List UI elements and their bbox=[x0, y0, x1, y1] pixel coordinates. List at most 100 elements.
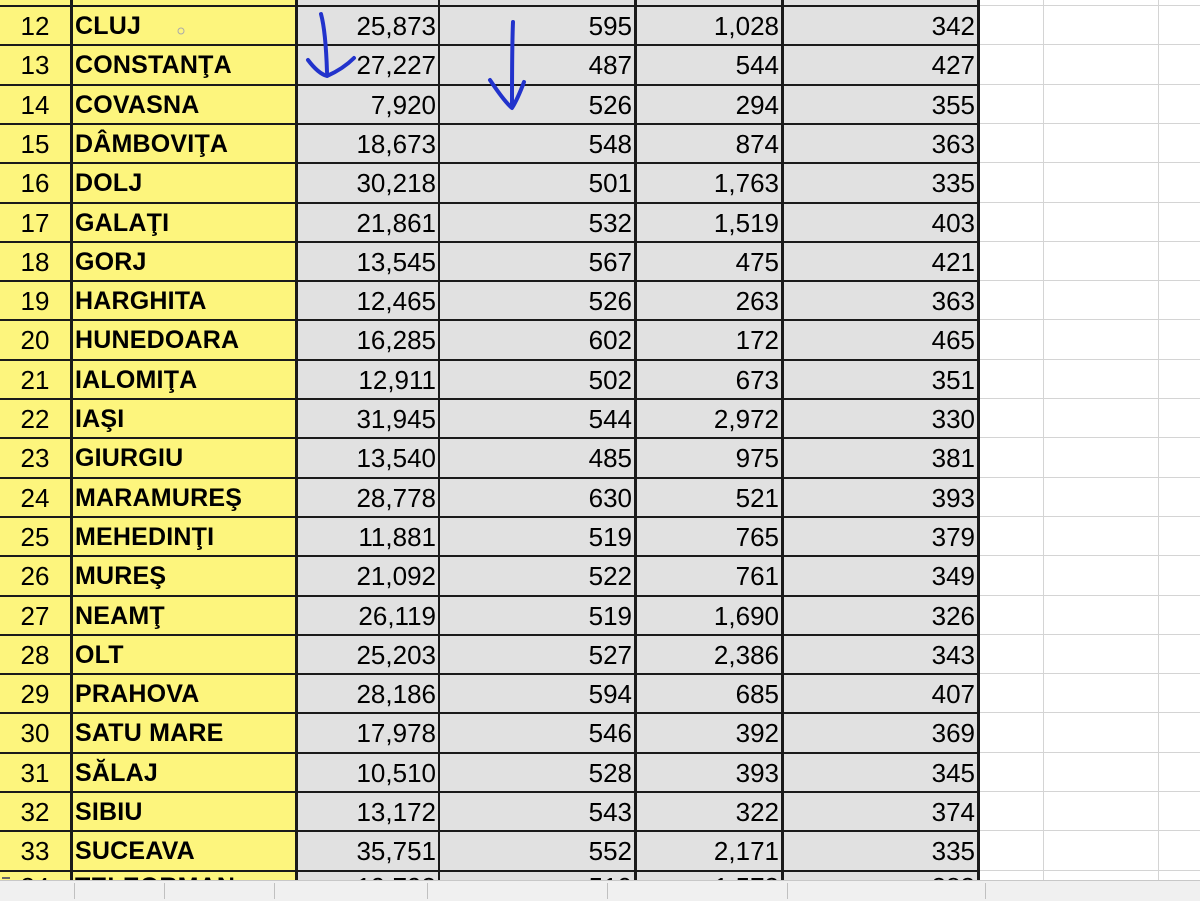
county-cell[interactable]: MUREŞ bbox=[73, 557, 295, 597]
county-cell[interactable]: HUNEDOARA bbox=[73, 321, 295, 361]
data-cell[interactable]: 544 bbox=[637, 46, 781, 86]
data-cell[interactable]: 393 bbox=[637, 753, 781, 793]
data-cell[interactable]: 13,172 bbox=[298, 793, 438, 832]
data-cell[interactable]: 522 bbox=[440, 557, 634, 597]
spreadsheet-grid[interactable]: 12 CLUJ 25,873 595 1,028 342 13 CONSTANŢA 27,227… bbox=[0, 0, 1200, 880]
data-cell[interactable]: 21,861 bbox=[298, 203, 438, 243]
data-cell[interactable]: 502 bbox=[440, 360, 634, 400]
data-cell[interactable]: 594 bbox=[440, 675, 634, 715]
data-cell[interactable]: 393 bbox=[784, 478, 977, 518]
data-cell[interactable]: 17,978 bbox=[298, 714, 438, 754]
data-cell[interactable]: 16,285 bbox=[298, 321, 438, 361]
data-cell[interactable]: 28,186 bbox=[298, 675, 438, 715]
data-cell[interactable]: 30,218 bbox=[298, 164, 438, 204]
data-cell[interactable]: 2,171 bbox=[637, 832, 781, 872]
data-cell[interactable]: 7,920 bbox=[298, 85, 438, 125]
data-cell[interactable]: 532 bbox=[440, 203, 634, 243]
row-number[interactable]: 13 bbox=[0, 46, 70, 86]
data-cell[interactable]: 465 bbox=[784, 321, 977, 361]
data-cell[interactable]: 10,510 bbox=[298, 753, 438, 793]
data-cell[interactable]: 294 bbox=[637, 85, 781, 125]
data-cell[interactable]: 1,519 bbox=[637, 203, 781, 243]
county-cell[interactable]: CLUJ bbox=[73, 7, 295, 46]
row-number[interactable]: 26 bbox=[0, 557, 70, 597]
data-cell[interactable]: 18,673 bbox=[298, 124, 438, 164]
data-cell[interactable]: 546 bbox=[440, 714, 634, 754]
row-number[interactable]: 21 bbox=[0, 360, 70, 400]
data-cell[interactable]: 326 bbox=[784, 596, 977, 636]
data-cell[interactable]: 403 bbox=[784, 203, 977, 243]
data-cell[interactable]: 2,386 bbox=[637, 635, 781, 675]
data-cell[interactable]: 12,465 bbox=[298, 282, 438, 322]
row-number[interactable]: 15 bbox=[0, 124, 70, 164]
data-cell[interactable]: 25,203 bbox=[298, 635, 438, 675]
data-cell[interactable]: 1,028 bbox=[637, 7, 781, 46]
data-cell[interactable]: 363 bbox=[784, 124, 977, 164]
row-number[interactable]: 29 bbox=[0, 675, 70, 715]
data-cell[interactable]: 673 bbox=[637, 360, 781, 400]
data-cell[interactable]: 685 bbox=[637, 675, 781, 715]
data-cell[interactable]: 602 bbox=[440, 321, 634, 361]
row-number[interactable]: 20 bbox=[0, 321, 70, 361]
row-number[interactable]: 17 bbox=[0, 203, 70, 243]
county-cell[interactable]: GALAŢI bbox=[73, 203, 295, 243]
county-cell[interactable]: IAŞI bbox=[73, 400, 295, 439]
county-cell[interactable]: OLT bbox=[73, 635, 295, 675]
data-cell[interactable]: 475 bbox=[637, 242, 781, 282]
county-cell[interactable]: DOLJ bbox=[73, 164, 295, 204]
data-cell[interactable]: 13,540 bbox=[298, 439, 438, 479]
row-number[interactable]: 32 bbox=[0, 793, 70, 832]
data-cell[interactable]: 349 bbox=[784, 557, 977, 597]
data-cell[interactable]: 630 bbox=[440, 478, 634, 518]
row-number[interactable]: 33 bbox=[0, 832, 70, 872]
data-cell[interactable]: 379 bbox=[784, 517, 977, 557]
row-number[interactable]: 28 bbox=[0, 635, 70, 675]
row-number[interactable]: 22 bbox=[0, 400, 70, 439]
data-cell[interactable]: 1,690 bbox=[637, 596, 781, 636]
data-cell[interactable]: 13,545 bbox=[298, 242, 438, 282]
county-cell[interactable]: SIBIU bbox=[73, 793, 295, 832]
data-cell[interactable]: 11,881 bbox=[298, 517, 438, 557]
county-cell[interactable]: NEAMŢ bbox=[73, 596, 295, 636]
data-cell[interactable]: 501 bbox=[440, 164, 634, 204]
county-cell[interactable]: MARAMUREŞ bbox=[73, 478, 295, 518]
data-cell[interactable]: 765 bbox=[637, 517, 781, 557]
data-cell[interactable]: 374 bbox=[784, 793, 977, 832]
data-cell[interactable]: 527 bbox=[440, 635, 634, 675]
county-cell[interactable]: SUCEAVA bbox=[73, 832, 295, 872]
county-cell[interactable]: COVASNA bbox=[73, 85, 295, 125]
county-cell[interactable]: GIURGIU bbox=[73, 439, 295, 479]
row-number[interactable]: 18 bbox=[0, 242, 70, 282]
data-cell[interactable]: 12,911 bbox=[298, 360, 438, 400]
county-cell[interactable]: IALOMIŢA bbox=[73, 360, 295, 400]
data-cell[interactable]: 330 bbox=[784, 400, 977, 439]
row-number[interactable]: 23 bbox=[0, 439, 70, 479]
row-number[interactable]: 14 bbox=[0, 85, 70, 125]
data-cell[interactable]: 26,119 bbox=[298, 596, 438, 636]
data-cell[interactable]: 548 bbox=[440, 124, 634, 164]
data-cell[interactable]: 335 bbox=[784, 832, 977, 872]
row-number[interactable]: 31 bbox=[0, 753, 70, 793]
data-cell[interactable]: 487 bbox=[440, 46, 634, 86]
data-cell[interactable]: 528 bbox=[440, 753, 634, 793]
row-number[interactable]: 16 bbox=[0, 164, 70, 204]
data-cell[interactable]: 567 bbox=[440, 242, 634, 282]
data-cell[interactable]: 31,945 bbox=[298, 400, 438, 439]
data-cell[interactable]: 355 bbox=[784, 85, 977, 125]
data-cell[interactable]: 363 bbox=[784, 282, 977, 322]
horizontal-scrollbar[interactable] bbox=[0, 880, 1200, 901]
data-cell[interactable]: 485 bbox=[440, 439, 634, 479]
data-cell[interactable]: 335 bbox=[784, 164, 977, 204]
data-cell[interactable]: 427 bbox=[784, 46, 977, 86]
data-cell[interactable]: 595 bbox=[440, 7, 634, 46]
data-cell[interactable]: 874 bbox=[637, 124, 781, 164]
county-cell[interactable]: SATU MARE bbox=[73, 714, 295, 754]
row-number[interactable]: 30 bbox=[0, 714, 70, 754]
data-cell[interactable]: 407 bbox=[784, 675, 977, 715]
data-cell[interactable]: 381 bbox=[784, 439, 977, 479]
row-number[interactable]: 25 bbox=[0, 517, 70, 557]
data-cell[interactable]: 543 bbox=[440, 793, 634, 832]
county-cell[interactable]: CONSTANŢA bbox=[73, 46, 295, 86]
data-cell[interactable]: 28,778 bbox=[298, 478, 438, 518]
row-number[interactable]: 24 bbox=[0, 478, 70, 518]
